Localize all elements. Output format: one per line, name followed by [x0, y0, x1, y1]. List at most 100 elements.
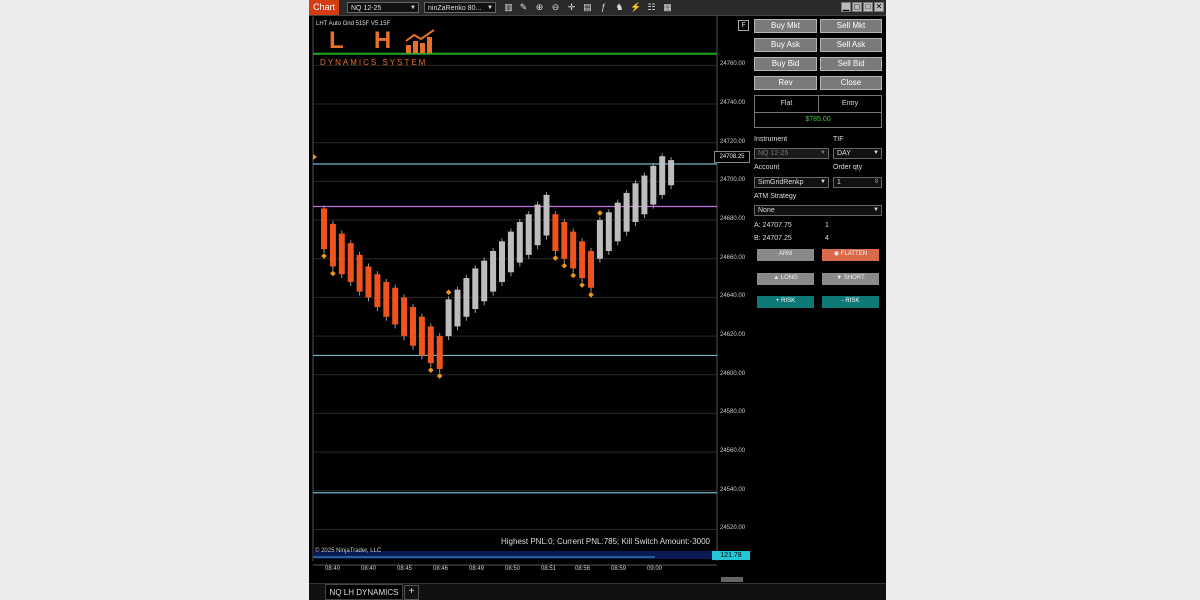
- order-qty-label: Order qty: [833, 164, 863, 171]
- atm-strategy-select[interactable]: None ▼: [754, 205, 882, 216]
- renko-brick: [659, 156, 666, 195]
- draw-tool-icon[interactable]: ✎: [518, 2, 529, 13]
- bid-price: B: 24707.25: [754, 235, 792, 242]
- chevron-down-icon: ▼: [820, 179, 826, 185]
- flatten-button[interactable]: ◉ FLATTEN: [822, 249, 879, 261]
- screenshot-icon[interactable]: ▦: [662, 2, 673, 13]
- chevron-down-icon: ▼: [410, 5, 416, 11]
- renko-brick: [401, 297, 408, 337]
- renko-brick: [632, 183, 639, 222]
- renko-brick: [383, 281, 390, 317]
- renko-brick: [392, 287, 399, 325]
- renko-brick: [614, 202, 621, 242]
- renko-brick: [463, 278, 470, 317]
- chevron-down-icon: ▼: [873, 150, 879, 156]
- time-tick-label: 08:46: [433, 566, 449, 572]
- renko-brick: [543, 194, 550, 236]
- add-tab-button[interactable]: +: [404, 585, 419, 600]
- renko-brick: [552, 214, 559, 251]
- order-qty-stepper[interactable]: 1 ⇳: [833, 177, 882, 188]
- renko-brick: [525, 214, 532, 255]
- diamond-marker: [597, 210, 603, 216]
- chart-tab[interactable]: Chart: [309, 0, 339, 15]
- chart-tab-nq-lh-dynamics[interactable]: NQ LH DYNAMICS: [325, 584, 403, 600]
- entry-label: Entry: [819, 96, 881, 113]
- tif-label: TIF: [833, 136, 844, 143]
- rev-button[interactable]: Rev: [754, 76, 817, 90]
- crosshair-icon[interactable]: ✛: [566, 2, 577, 13]
- instrument-field[interactable]: NQ 12-25 ▼: [754, 148, 829, 159]
- renko-brick: [588, 250, 594, 288]
- f-button[interactable]: F: [738, 20, 749, 31]
- triangle-down-icon: ▼: [836, 275, 844, 281]
- logo-letters: L H: [329, 27, 404, 54]
- instrument-field-value: NQ 12-25: [758, 150, 789, 157]
- ask-qty: 1: [825, 222, 829, 229]
- price-tick-label: 24640.00: [720, 293, 746, 300]
- time-tick-label: 08:59: [611, 566, 627, 572]
- account-select[interactable]: SimGridRenkp ▼: [754, 177, 829, 188]
- price-tick-label: 24520.00: [720, 525, 746, 532]
- instrument-selector[interactable]: NQ 12-25 ▼: [347, 2, 419, 13]
- indicators-icon[interactable]: ƒ: [598, 2, 609, 13]
- renko-brick: [418, 316, 425, 356]
- data-box-icon[interactable]: ▤: [582, 2, 593, 13]
- zoom-in-icon[interactable]: ⊕: [534, 2, 545, 13]
- price-tick-label: 24660.00: [720, 254, 746, 261]
- short-button[interactable]: ▼ SHORT: [822, 273, 879, 285]
- diamond-marker: [436, 373, 443, 379]
- price-tick-label: 24580.00: [720, 409, 746, 416]
- maximize-icon[interactable]: □: [863, 2, 873, 12]
- tif-select[interactable]: DAY ▼: [833, 148, 882, 159]
- account-select-value: SimGridRenkp: [758, 179, 804, 186]
- renko-brick: [356, 254, 363, 292]
- order-qty-value: 1: [837, 179, 841, 186]
- bid-qty: 4: [825, 235, 829, 242]
- buy-mkt-button[interactable]: Buy Mkt: [754, 19, 817, 33]
- renko-brick: [365, 266, 372, 298]
- renko-brick: [596, 220, 603, 259]
- flatten-circle-icon: ◉: [833, 251, 841, 257]
- price-tick-label: 24540.00: [720, 486, 746, 493]
- minus-risk-button[interactable]: - RISK: [822, 296, 879, 308]
- renko-brick: [329, 223, 336, 267]
- strategies-icon[interactable]: ♞: [614, 2, 625, 13]
- close-icon[interactable]: ✕: [874, 2, 884, 12]
- properties-icon[interactable]: ☷: [646, 2, 657, 13]
- time-tick-label: 08:50: [505, 566, 521, 572]
- stepper-icon[interactable]: ⇳: [874, 178, 879, 187]
- price-chart[interactable]: [309, 16, 750, 583]
- renko-brick: [561, 221, 568, 259]
- renko-brick: [507, 231, 514, 273]
- long-button[interactable]: ▲ LONG: [757, 273, 814, 285]
- renko-brick: [410, 307, 416, 346]
- renko-brick: [374, 274, 381, 308]
- sell-ask-button[interactable]: Sell Ask: [820, 38, 882, 52]
- logo-bars-icon: [405, 29, 435, 53]
- chevron-down-icon: ▼: [820, 150, 826, 156]
- sell-mkt-button[interactable]: Sell Mkt: [820, 19, 882, 33]
- close-button[interactable]: Close: [820, 76, 882, 90]
- chart-window: Chart NQ 12-25 ▼ ninZaRenko 80... ▼ ▥ ✎ ⊕ …: [309, 0, 886, 600]
- price-tick-label: 24680.00: [720, 216, 746, 223]
- chart-trader-icon[interactable]: ⚡: [630, 2, 641, 13]
- renko-brick: [347, 243, 354, 282]
- bars-icon[interactable]: ▥: [503, 2, 514, 13]
- plus-risk-button[interactable]: + RISK: [757, 296, 814, 308]
- minimize-icon[interactable]: ▁: [841, 2, 851, 12]
- zoom-out-icon[interactable]: ⊖: [550, 2, 561, 13]
- sell-bid-button[interactable]: Sell Bid: [820, 57, 882, 71]
- buy-bid-button[interactable]: Buy Bid: [754, 57, 817, 71]
- long-label: LONG: [780, 275, 798, 281]
- diamond-marker: [330, 270, 336, 277]
- renko-brick: [321, 208, 327, 250]
- title-bar: Chart NQ 12-25 ▼ ninZaRenko 80... ▼ ▥ ✎ ⊕ …: [309, 0, 886, 16]
- buy-ask-button[interactable]: Buy Ask: [754, 38, 817, 52]
- restore-icon[interactable]: ◻: [852, 2, 862, 12]
- flatten-label: FLATTEN: [840, 251, 868, 257]
- arm-button[interactable]: ARM: [757, 249, 814, 261]
- renko-brick: [338, 233, 345, 275]
- renko-brick: [481, 260, 488, 302]
- bartype-selector[interactable]: ninZaRenko 80... ▼: [424, 2, 496, 13]
- renko-brick: [490, 250, 497, 292]
